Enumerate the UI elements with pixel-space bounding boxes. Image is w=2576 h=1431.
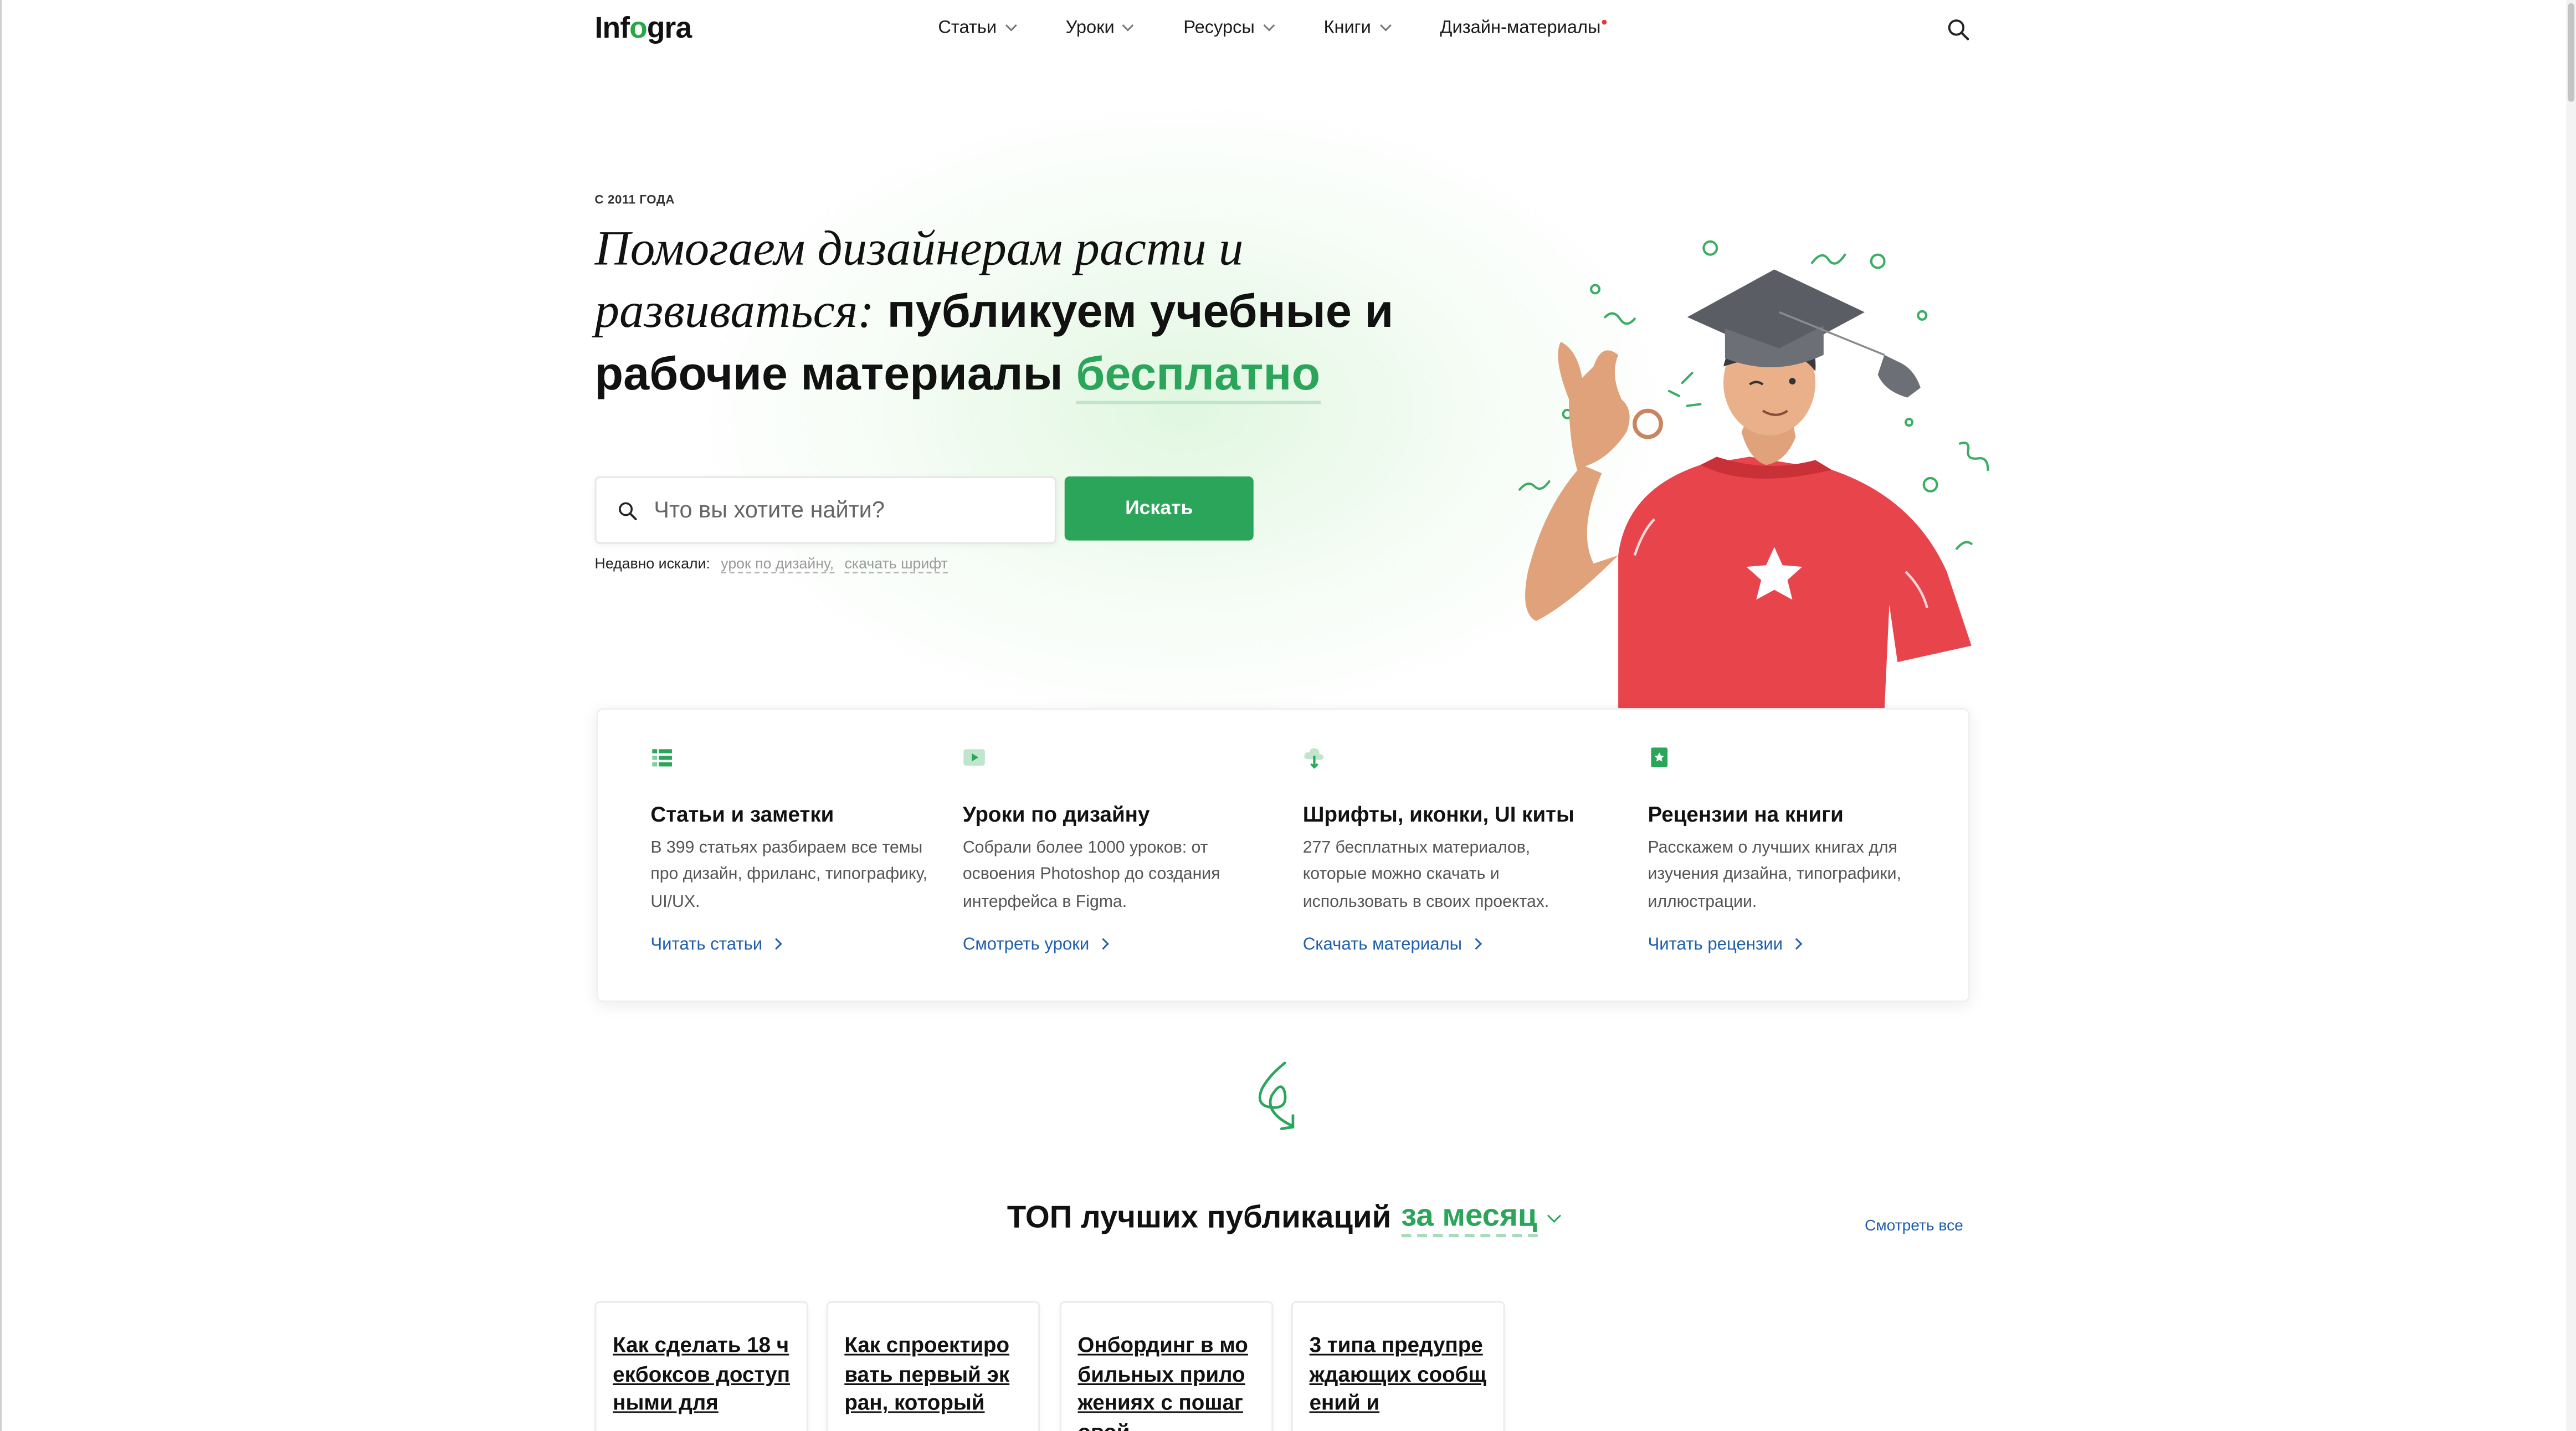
feature-title: Шрифты, иконки, UI киты <box>1302 802 1574 827</box>
main-nav: Статьи Уроки Ресурсы Книги Дизайн-матери… <box>938 18 1658 38</box>
publication-title[interactable]: 3 типа предупреждающих сообщений и <box>1310 1331 1487 1418</box>
recent-search-link[interactable]: урок по дизайну, <box>721 555 834 573</box>
nav-label: Книги <box>1323 18 1371 38</box>
chevron-down-icon <box>1122 19 1135 32</box>
recent-searches: Недавно искали: урок по дизайну, скачать… <box>594 555 948 573</box>
feature-title: Уроки по дизайну <box>962 802 1150 827</box>
chevron-down-icon <box>1004 19 1017 32</box>
scrollbar[interactable] <box>2566 0 2576 1431</box>
nav-resources[interactable]: Ресурсы <box>1183 18 1275 38</box>
feature-description: В 399 статьях разбираем все темы про диз… <box>650 839 928 911</box>
feature-lessons: Уроки по дизайну Собрали более 1000 урок… <box>962 746 1242 955</box>
publication-title[interactable]: Как спроектировать первый экран, который <box>844 1331 1022 1418</box>
download-cloud-icon <box>1304 748 1324 769</box>
read-reviews-link[interactable]: Читать рецензии <box>1648 935 1927 955</box>
chevron-down-icon <box>1379 19 1391 32</box>
feature-books: Рецензии на книги Расскажем о лучших кни… <box>1648 746 1927 955</box>
feature-description: Собрали более 1000 уроков: от освоения P… <box>962 839 1220 911</box>
logo[interactable]: Infogra <box>595 12 692 46</box>
book-icon <box>1651 747 1668 767</box>
list-icon <box>652 749 672 767</box>
publication-card[interactable]: Как спроектировать первый экран, который <box>826 1301 1040 1431</box>
chevron-right-icon <box>770 938 782 951</box>
features-card: Статьи и заметки В 399 статьях разбираем… <box>596 708 1970 1003</box>
publication-card[interactable]: Онбординг в мобильных приложениях с поша… <box>1059 1301 1274 1431</box>
page: Infogra Статьи Уроки Ресурсы Книги Дизай… <box>0 0 2576 1431</box>
video-icon <box>963 749 985 766</box>
period-selector[interactable]: за месяц <box>1401 1199 1537 1238</box>
search-input[interactable]: Что вы хотите найти? <box>594 476 1056 544</box>
download-materials-link[interactable]: Скачать материалы <box>1303 935 1582 955</box>
top-publications-title: ТОП лучших публикаций за месяц <box>1007 1199 1561 1238</box>
top-title-text: ТОП лучших публикаций <box>1007 1200 1392 1235</box>
chevron-down-icon[interactable] <box>1546 1208 1561 1222</box>
student-illustration <box>1518 240 1989 712</box>
publication-title[interactable]: Онбординг в мобильных приложениях с поша… <box>1077 1331 1255 1431</box>
search-placeholder: Что вы хотите найти? <box>654 496 885 523</box>
feature-articles: Статьи и заметки В 399 статьях разбираем… <box>650 746 930 955</box>
read-articles-link[interactable]: Читать статьи <box>650 935 930 955</box>
nav-label: Статьи <box>938 18 997 38</box>
feature-title: Статьи и заметки <box>650 802 834 827</box>
feature-title: Рецензии на книги <box>1648 802 1844 827</box>
arrow-squiggle-icon <box>1258 1061 1295 1130</box>
feature-resources: Шрифты, иконки, UI киты 277 бесплатных м… <box>1302 746 1582 955</box>
scroll-thumb[interactable] <box>2568 3 2575 102</box>
chevron-right-icon <box>1097 938 1109 951</box>
chevron-right-icon <box>1790 938 1803 951</box>
nav-design-materials[interactable]: Дизайн-материалы <box>1440 18 1608 38</box>
nav-articles[interactable]: Статьи <box>938 18 1017 38</box>
feature-description: 277 бесплатных материалов, которые можно… <box>1302 839 1549 911</box>
feature-description: Расскажем о лучших книгах для изучения д… <box>1648 839 1901 911</box>
site-header: Infogra Статьи Уроки Ресурсы Книги Дизай… <box>0 0 2576 59</box>
search-icon <box>619 502 637 521</box>
nav-lessons[interactable]: Уроки <box>1065 18 1135 38</box>
search-icon[interactable] <box>1947 18 1970 42</box>
publication-card[interactable]: Как сделать 18 чекбоксов доступными для <box>594 1301 809 1431</box>
headline-accent: бесплатно <box>1076 348 1321 404</box>
hero-headline: Помогаем дизайнерам расти и развиваться:… <box>595 218 1449 406</box>
since-label: С 2011 ГОДА <box>594 192 675 207</box>
publication-title[interactable]: Как сделать 18 чекбоксов доступными для <box>613 1331 790 1418</box>
chevron-down-icon <box>1263 19 1275 32</box>
nav-label: Уроки <box>1065 18 1115 38</box>
see-all-link[interactable]: Смотреть все <box>1865 1218 1963 1236</box>
view-lessons-link[interactable]: Смотреть уроки <box>963 935 1242 955</box>
recent-label: Недавно искали: <box>594 555 710 572</box>
search-button[interactable]: Искать <box>1064 476 1254 541</box>
nav-label: Дизайн-материалы <box>1440 18 1601 38</box>
nav-books[interactable]: Книги <box>1323 18 1391 38</box>
chevron-right-icon <box>1470 938 1482 951</box>
recent-search-link[interactable]: скачать шрифт <box>844 555 948 573</box>
nav-label: Ресурсы <box>1183 18 1255 38</box>
publication-card[interactable]: 3 типа предупреждающих сообщений и <box>1291 1301 1505 1431</box>
new-dot-icon <box>1602 19 1608 24</box>
